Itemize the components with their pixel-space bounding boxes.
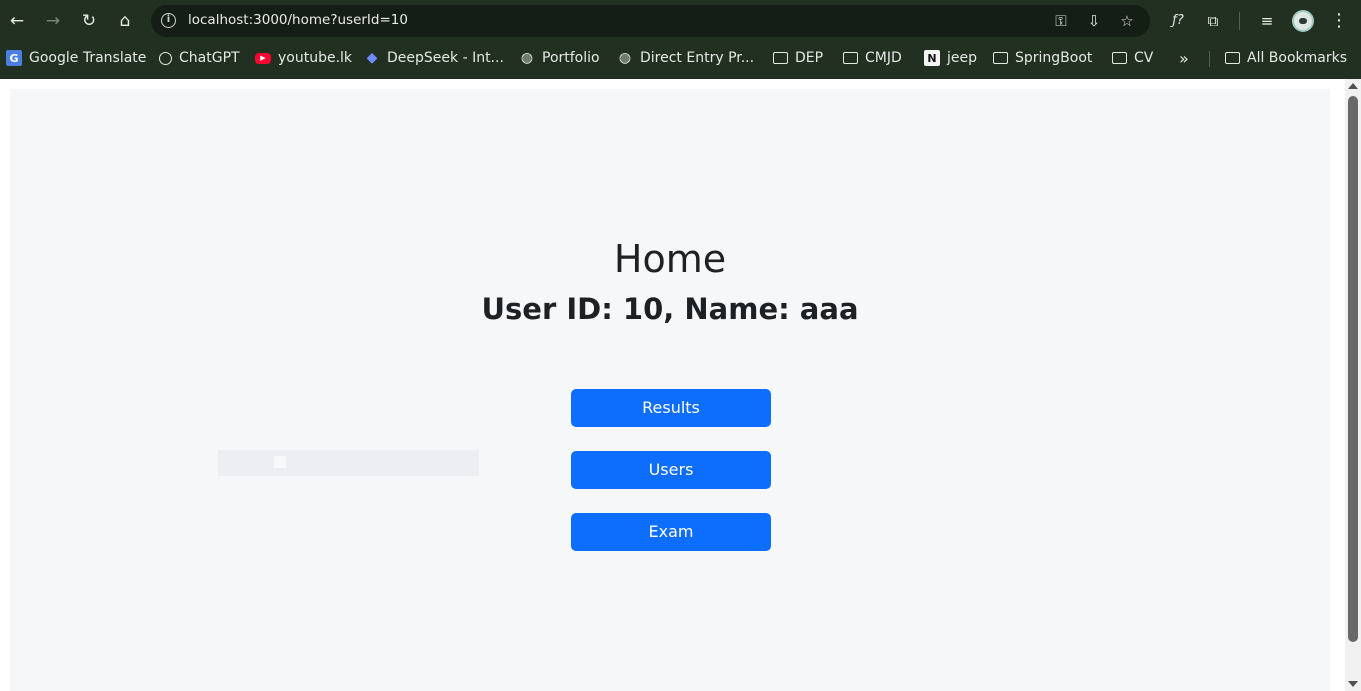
home-container: Home User ID: 10, Name: aaa Results User… [10,89,1330,691]
home-icon: ⌂ [119,11,131,31]
ghost-overlay [218,450,479,476]
folder-icon [993,52,1008,64]
bookmarks-overflow-button[interactable]: » [1179,42,1189,74]
exam-button[interactable]: Exam [571,513,771,551]
star-icon[interactable]: ☆ [1117,11,1137,31]
bookmark-label: Google Translate [29,50,147,66]
youtube-icon: ▶ [255,52,271,64]
google-translate-icon: G [6,50,22,66]
bookmark-label: Portfolio [542,50,600,66]
results-button[interactable]: Results [571,389,771,427]
bookmark-label: CMJD [865,50,902,66]
bookmark-label: DeepSeek - Int... [387,50,504,66]
scroll-thumb[interactable] [1348,96,1358,642]
notion-icon: N [924,50,940,66]
media-controls-icon[interactable]: ≡ [1256,10,1278,32]
bookmark-folder-cv[interactable]: CV [1112,42,1153,74]
folder-icon [1112,52,1127,64]
bookmarks-divider [1209,51,1210,67]
install-app-icon[interactable]: ⇩ [1084,11,1104,31]
arrow-left-icon: ← [9,11,25,31]
bookmark-label: youtube.lk [278,50,353,66]
user-info-heading: User ID: 10, Name: aaa [481,292,859,326]
folder-icon [843,52,858,64]
users-button[interactable]: Users [571,451,771,489]
reload-icon: ↻ [81,11,97,31]
page-viewport: Home User ID: 10, Name: aaa Results User… [0,79,1345,691]
chatgpt-icon [159,51,172,65]
kebab-menu-icon[interactable]: ⋮ [1328,10,1350,32]
bookmark-folder-dep[interactable]: DEP [773,42,823,74]
bookmark-google-translate[interactable]: G Google Translate [6,42,146,74]
key-icon[interactable]: ⚿ [1051,11,1071,31]
forward-button[interactable]: → [41,9,65,33]
toolbar-divider [1239,12,1240,30]
bookmark-label: jeep [947,50,978,66]
bookmark-label: CV [1134,50,1154,66]
folder-icon [1225,52,1240,64]
chevron-double-right-icon: » [1179,48,1189,68]
bookmark-label: Direct Entry Pr... [640,50,755,66]
bookmarks-bar: G Google Translate ChatGPT ▶ youtube.lk … [0,42,1361,79]
folder-icon [773,52,788,64]
avatar[interactable] [1292,10,1314,32]
address-bar[interactable]: i localhost:3000/home?userId=10 ⚿ ⇩ ☆ [151,5,1150,37]
page-title: Home [613,237,727,281]
scroll-up-arrow-icon[interactable] [1348,83,1358,89]
formula-extension-icon[interactable]: ƒ? [1167,10,1189,32]
bookmark-folder-cmjd[interactable]: CMJD [843,42,902,74]
browser-toolbar: ← → ↻ ⌂ i localhost:3000/home?userId=10 … [0,0,1361,42]
scroll-down-arrow-icon[interactable] [1348,681,1358,687]
back-button[interactable]: ← [5,9,29,33]
bookmark-deepseek[interactable]: ◆ DeepSeek - Int... [364,42,504,74]
bookmark-direct-entry[interactable]: ◍ Direct Entry Pr... [617,42,754,74]
url-text[interactable]: localhost:3000/home?userId=10 [188,12,408,28]
deepseek-icon: ◆ [366,50,378,66]
globe-icon: ◍ [618,50,632,66]
bookmark-chatgpt[interactable]: ChatGPT [159,42,240,74]
home-button[interactable]: ⌂ [113,9,137,33]
all-bookmarks-label: All Bookmarks [1247,50,1348,66]
bookmark-youtube[interactable]: ▶ youtube.lk [255,42,352,74]
reload-button[interactable]: ↻ [77,9,101,33]
puzzle-icon[interactable]: ⧉ [1202,10,1224,32]
bookmark-portfolio[interactable]: ◍ Portfolio [519,42,600,74]
all-bookmarks-button[interactable]: All Bookmarks [1225,42,1347,74]
bookmark-label: DEP [795,50,824,66]
vertical-scrollbar[interactable] [1345,79,1361,691]
arrow-right-icon: → [45,11,61,31]
bookmark-label: ChatGPT [179,50,240,66]
bookmark-label: SpringBoot [1015,50,1093,66]
globe-icon: ◍ [520,50,534,66]
info-icon[interactable]: i [161,13,176,28]
bookmark-folder-springboot[interactable]: SpringBoot [993,42,1092,74]
bookmark-jeep[interactable]: N jeep [924,42,977,74]
